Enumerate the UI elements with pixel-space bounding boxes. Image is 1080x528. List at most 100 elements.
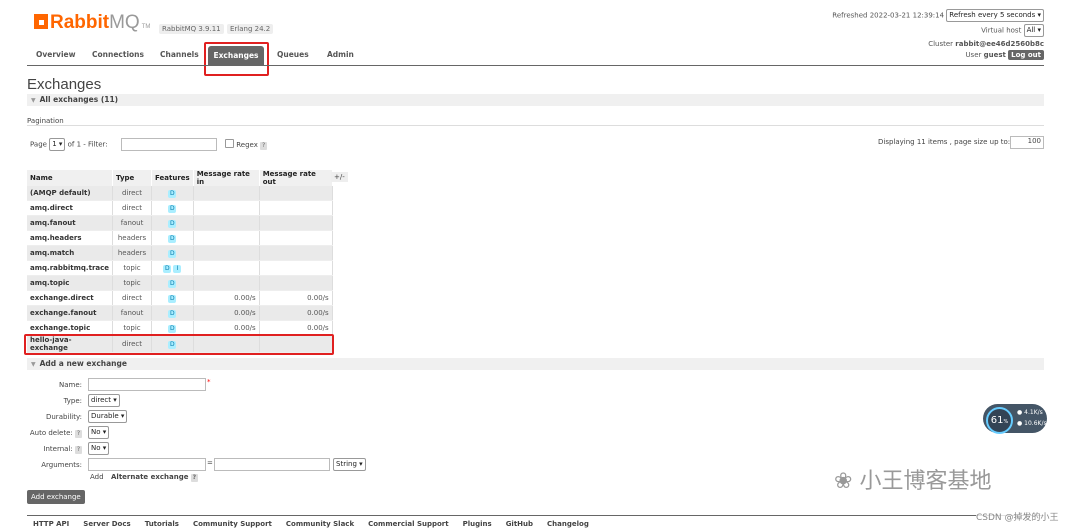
table-row[interactable]: amq.headers headers D	[27, 230, 333, 246]
rate-in	[193, 275, 260, 291]
exchange-name[interactable]: amq.direct	[27, 200, 114, 216]
regex-checkbox[interactable]	[225, 139, 234, 148]
table-row[interactable]: amq.match headers D	[27, 245, 333, 261]
exchange-name[interactable]: amq.headers	[27, 230, 114, 246]
table-row[interactable]: amq.direct direct D	[27, 200, 333, 216]
page-size-input[interactable]: 100	[1010, 136, 1044, 149]
internal-help-icon[interactable]: ?	[75, 446, 82, 454]
exchange-type: direct	[112, 186, 153, 201]
feature-badge: D	[168, 219, 177, 228]
columns-toggle[interactable]: +/-	[331, 172, 348, 182]
rate-in: 0.00/s	[193, 305, 260, 321]
tab-queues[interactable]: Queues	[277, 50, 309, 59]
argument-value-input[interactable]	[214, 458, 330, 471]
tab-connections[interactable]: Connections	[92, 50, 144, 59]
tab-overview[interactable]: Overview	[36, 50, 76, 59]
tab-channels[interactable]: Channels	[160, 50, 199, 59]
autodelete-help-icon[interactable]: ?	[75, 430, 82, 438]
page-select[interactable]: 1	[49, 138, 66, 151]
exchange-features: DI	[151, 260, 194, 276]
gauge-unit: %	[1003, 419, 1009, 425]
name-input[interactable]	[88, 378, 206, 391]
exchange-type: topic	[112, 260, 153, 276]
page-label: Page	[30, 140, 47, 149]
table-row[interactable]: amq.topic topic D	[27, 275, 333, 291]
tab-queues-label: Queues	[277, 50, 309, 59]
exchange-name[interactable]: amq.topic	[27, 275, 114, 291]
table-row[interactable]: exchange.fanout fanout D 0.00/s 0.00/s	[27, 305, 333, 321]
cluster-label: Cluster	[928, 40, 954, 48]
col-type[interactable]: Type	[112, 170, 153, 186]
add-exchange-section[interactable]: ▼ Add a new exchange	[27, 358, 1044, 370]
vhost-row: Virtual host All	[981, 24, 1044, 37]
internal-select[interactable]: No	[88, 442, 110, 455]
exchange-name[interactable]: (AMQP default)	[27, 186, 114, 201]
rate-in	[193, 215, 260, 231]
exchange-name[interactable]: amq.rabbitmq.trace	[27, 260, 114, 276]
autodelete-label: Auto delete:	[29, 429, 73, 437]
rate-in	[193, 186, 260, 201]
exchange-features: D	[151, 275, 194, 291]
col-features[interactable]: Features	[151, 170, 194, 186]
durability-select[interactable]: Durable	[88, 410, 128, 423]
user-row: User guest Log out	[965, 50, 1044, 60]
footer-divider	[27, 515, 1044, 516]
filter-input[interactable]	[121, 138, 217, 151]
gauge-value: 61	[990, 415, 1004, 426]
tab-admin-label: Admin	[327, 50, 354, 59]
alternate-row: Alternate exchange ?	[111, 473, 198, 482]
rate-out	[259, 275, 333, 291]
pagination-label: Pagination	[27, 117, 64, 125]
download-unit: K/s	[1037, 420, 1047, 427]
logo-text-mq: MQ	[109, 12, 140, 33]
argument-key-input[interactable]	[88, 458, 206, 471]
feature-badge: D	[168, 324, 177, 333]
col-name[interactable]: Name	[27, 170, 114, 186]
alternate-exchange-link[interactable]: Alternate exchange	[111, 473, 188, 481]
user-label: User	[965, 51, 982, 59]
page-title: Exchanges	[27, 76, 102, 93]
add-argument-link[interactable]: Add	[90, 473, 104, 481]
exchange-name[interactable]: amq.fanout	[27, 215, 114, 231]
refreshed-text: Refreshed 2022-03-21 12:39:14	[832, 11, 945, 20]
cluster-row: Cluster rabbit@ee46d2560b8c	[928, 40, 1044, 48]
exchange-name[interactable]: amq.match	[27, 245, 114, 261]
rate-out	[259, 245, 333, 261]
add-exchange-button[interactable]: Add exchange	[27, 490, 85, 504]
exchange-name[interactable]: exchange.direct	[27, 290, 114, 306]
vhost-select[interactable]: All	[1023, 24, 1044, 37]
exchange-features: D	[151, 200, 194, 216]
tab-admin[interactable]: Admin	[327, 50, 354, 59]
table-row[interactable]: amq.rabbitmq.trace topic D I	[27, 260, 333, 276]
argument-type-select[interactable]: String	[333, 458, 366, 471]
internal-label: Internal:	[43, 445, 73, 453]
page-row: Page 1 of 1 - Filter:	[30, 138, 108, 151]
refresh-select[interactable]: Refresh every 5 seconds	[946, 9, 1044, 22]
watermark: ❀ 小王博客基地	[834, 463, 991, 495]
regex-help-icon[interactable]: ?	[260, 142, 268, 150]
col-rate-in[interactable]: Message rate in	[193, 170, 260, 186]
feature-badge: D	[168, 249, 177, 258]
all-exchanges-section[interactable]: ▼ All exchanges (11)	[27, 94, 1044, 106]
network-speed-widget: 61% ● 4.1K/s ● 10.6K/s	[983, 404, 1047, 434]
exchange-type: topic	[112, 275, 153, 291]
type-select[interactable]: direct	[88, 394, 120, 407]
exchange-name[interactable]: exchange.fanout	[27, 305, 114, 321]
feature-badge: D	[168, 204, 177, 213]
logout-button[interactable]: Log out	[1008, 50, 1044, 60]
table-row[interactable]: amq.fanout fanout D	[27, 215, 333, 231]
exchange-type: headers	[112, 245, 153, 261]
displaying-text: Displaying 11 items , page size up to:	[878, 138, 1011, 146]
equals-sign: =	[207, 459, 213, 467]
col-rate-out[interactable]: Message rate out	[259, 170, 333, 186]
alternate-help-icon[interactable]: ?	[190, 474, 198, 482]
table-row[interactable]: (AMQP default) direct D	[27, 186, 333, 201]
table-row[interactable]: exchange.direct direct D 0.00/s 0.00/s	[27, 290, 333, 306]
autodelete-select[interactable]: No	[88, 426, 110, 439]
autodelete-row: Auto delete: ?	[26, 429, 82, 438]
logo-tm: TM	[141, 24, 151, 30]
arguments-label: Arguments:	[41, 461, 82, 469]
rate-in	[193, 245, 260, 261]
version-badge: RabbitMQ 3.9.11	[159, 24, 224, 34]
cluster-name: rabbit@ee46d2560b8c	[955, 40, 1044, 48]
